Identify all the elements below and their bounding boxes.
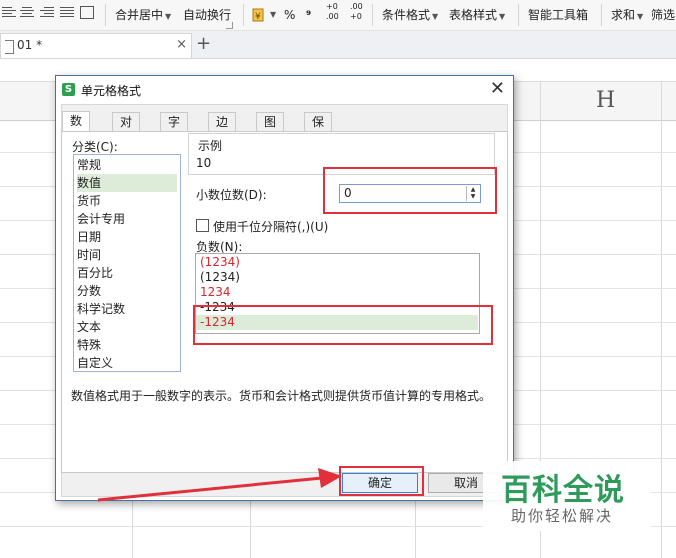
watermark-title: 百科全说 bbox=[501, 473, 625, 508]
watermark-subtitle: 助你轻松解决 bbox=[511, 507, 614, 525]
watermark: 百科全说 助你轻松解决 bbox=[483, 461, 651, 531]
